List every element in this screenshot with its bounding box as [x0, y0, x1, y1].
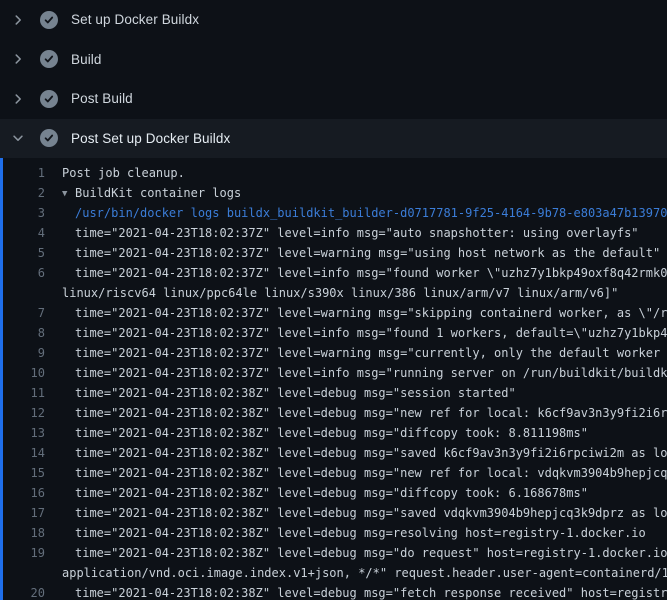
log-row: 10time="2021-04-23T18:02:37Z" level=info… — [0, 363, 667, 383]
log-line-text: time="2021-04-23T18:02:37Z" level=warnin… — [45, 303, 667, 323]
log-row: 6time="2021-04-23T18:02:37Z" level=info … — [0, 263, 667, 283]
log-line-text: time="2021-04-23T18:02:38Z" level=debug … — [45, 503, 667, 523]
log-row: 14time="2021-04-23T18:02:38Z" level=debu… — [0, 443, 667, 463]
log-row: 15time="2021-04-23T18:02:38Z" level=debu… — [0, 463, 667, 483]
log-row: 19time="2021-04-23T18:02:38Z" level=debu… — [0, 543, 667, 563]
log-row: 9time="2021-04-23T18:02:37Z" level=warni… — [0, 343, 667, 363]
log-line-text: time="2021-04-23T18:02:38Z" level=debug … — [45, 483, 588, 503]
log-line-number[interactable]: 14 — [0, 443, 45, 463]
log-row: 7time="2021-04-23T18:02:37Z" level=warni… — [0, 303, 667, 323]
step-header-post-set-up-docker-buildx[interactable]: Post Set up Docker Buildx — [0, 119, 667, 159]
step-header-set-up-docker-buildx[interactable]: Set up Docker Buildx — [0, 0, 667, 40]
log-row: 16time="2021-04-23T18:02:38Z" level=debu… — [0, 483, 667, 503]
log-line-number[interactable]: 10 — [0, 363, 45, 383]
actions-log-viewer: Set up Docker Buildx Build Post Build Post … — [0, 0, 667, 600]
log-line-number[interactable]: 4 — [0, 223, 45, 243]
log-row: 12time="2021-04-23T18:02:38Z" level=debu… — [0, 403, 667, 423]
steps-list: Set up Docker Buildx Build Post Build Post … — [0, 0, 667, 158]
log-line-number[interactable]: 16 — [0, 483, 45, 503]
log-line-number[interactable]: 2 — [0, 183, 45, 203]
log-row: 8time="2021-04-23T18:02:37Z" level=info … — [0, 323, 667, 343]
log-row: 17time="2021-04-23T18:02:38Z" level=debu… — [0, 503, 667, 523]
log-line-text: time="2021-04-23T18:02:37Z" level=warnin… — [45, 343, 667, 363]
log-line-text: time="2021-04-23T18:02:38Z" level=debug … — [45, 403, 667, 423]
step-header-build[interactable]: Build — [0, 40, 667, 80]
log-line-text: application/vnd.oci.image.index.v1+json,… — [45, 563, 667, 583]
log-line-text: time="2021-04-23T18:02:37Z" level=info m… — [45, 263, 667, 283]
log-line-number[interactable]: 11 — [0, 383, 45, 403]
step-label: Post Set up Docker Buildx — [71, 131, 230, 146]
step-label: Build — [71, 52, 102, 67]
log-line-text: time="2021-04-23T18:02:38Z" level=debug … — [45, 383, 516, 403]
log-line-number[interactable]: 12 — [0, 403, 45, 423]
check-circle-icon — [40, 90, 58, 108]
check-circle-icon — [40, 11, 58, 29]
log-line-number[interactable]: 19 — [0, 543, 45, 563]
log-line-number — [0, 563, 45, 583]
check-circle-icon — [40, 129, 58, 147]
log-line-text: time="2021-04-23T18:02:38Z" level=debug … — [45, 463, 667, 483]
log-row: 20time="2021-04-23T18:02:38Z" level=debu… — [0, 583, 667, 600]
log-line-text: time="2021-04-23T18:02:37Z" level=info m… — [45, 323, 667, 343]
log-line-number[interactable]: 9 — [0, 343, 45, 363]
log-group-title: BuildKit container logs — [75, 186, 241, 200]
log-row: 2▼BuildKit container logs — [0, 183, 667, 203]
log-row: linux/riscv64 linux/ppc64le linux/s390x … — [0, 283, 667, 303]
log-row: 18time="2021-04-23T18:02:38Z" level=debu… — [0, 523, 667, 543]
log-line-number[interactable]: 17 — [0, 503, 45, 523]
log-row: 11time="2021-04-23T18:02:38Z" level=debu… — [0, 383, 667, 403]
step-label: Post Build — [71, 91, 133, 106]
log-area: 1Post job cleanup.2▼BuildKit container l… — [0, 158, 667, 600]
log-row: 4time="2021-04-23T18:02:37Z" level=info … — [0, 223, 667, 243]
chevron-right-icon — [10, 91, 26, 107]
log-line-text: linux/riscv64 linux/ppc64le linux/s390x … — [45, 283, 618, 303]
log-command-text: /usr/bin/docker logs buildx_buildkit_bui… — [45, 203, 667, 223]
log-line-number[interactable]: 18 — [0, 523, 45, 543]
step-header-post-build[interactable]: Post Build — [0, 79, 667, 119]
chevron-down-icon — [10, 130, 26, 146]
log-line-text: time="2021-04-23T18:02:38Z" level=debug … — [45, 523, 646, 543]
log-line-text: time="2021-04-23T18:02:38Z" level=debug … — [45, 543, 667, 563]
log-line-text: time="2021-04-23T18:02:38Z" level=debug … — [45, 443, 667, 463]
log-row: 13time="2021-04-23T18:02:38Z" level=debu… — [0, 423, 667, 443]
log-line-text: ▼BuildKit container logs — [45, 183, 241, 203]
log-line-number[interactable]: 3 — [0, 203, 45, 223]
log-accent-bar — [0, 158, 3, 600]
log-row: 3/usr/bin/docker logs buildx_buildkit_bu… — [0, 203, 667, 223]
log-line-text: time="2021-04-23T18:02:37Z" level=info m… — [45, 223, 639, 243]
log-line-number[interactable]: 8 — [0, 323, 45, 343]
log-line-text: time="2021-04-23T18:02:38Z" level=debug … — [45, 583, 667, 600]
log-row: 1Post job cleanup. — [0, 163, 667, 183]
chevron-right-icon — [10, 12, 26, 28]
log-line-number[interactable]: 5 — [0, 243, 45, 263]
check-circle-icon — [40, 50, 58, 68]
log-rows: 1Post job cleanup.2▼BuildKit container l… — [0, 163, 667, 600]
log-line-number — [0, 283, 45, 303]
step-label: Set up Docker Buildx — [71, 12, 199, 27]
log-row: application/vnd.oci.image.index.v1+json,… — [0, 563, 667, 583]
log-line-number[interactable]: 13 — [0, 423, 45, 443]
log-line-number[interactable]: 6 — [0, 263, 45, 283]
log-line-number[interactable]: 15 — [0, 463, 45, 483]
log-line-text: time="2021-04-23T18:02:38Z" level=debug … — [45, 423, 588, 443]
chevron-right-icon — [10, 51, 26, 67]
log-row: 5time="2021-04-23T18:02:37Z" level=warni… — [0, 243, 667, 263]
log-group-toggle-icon[interactable]: ▼ — [62, 184, 75, 204]
log-line-text: Post job cleanup. — [45, 163, 185, 183]
log-line-number[interactable]: 1 — [0, 163, 45, 183]
log-line-number[interactable]: 7 — [0, 303, 45, 323]
log-line-number[interactable]: 20 — [0, 583, 45, 600]
log-line-text: time="2021-04-23T18:02:37Z" level=info m… — [45, 363, 667, 383]
log-line-text: time="2021-04-23T18:02:37Z" level=warnin… — [45, 243, 660, 263]
